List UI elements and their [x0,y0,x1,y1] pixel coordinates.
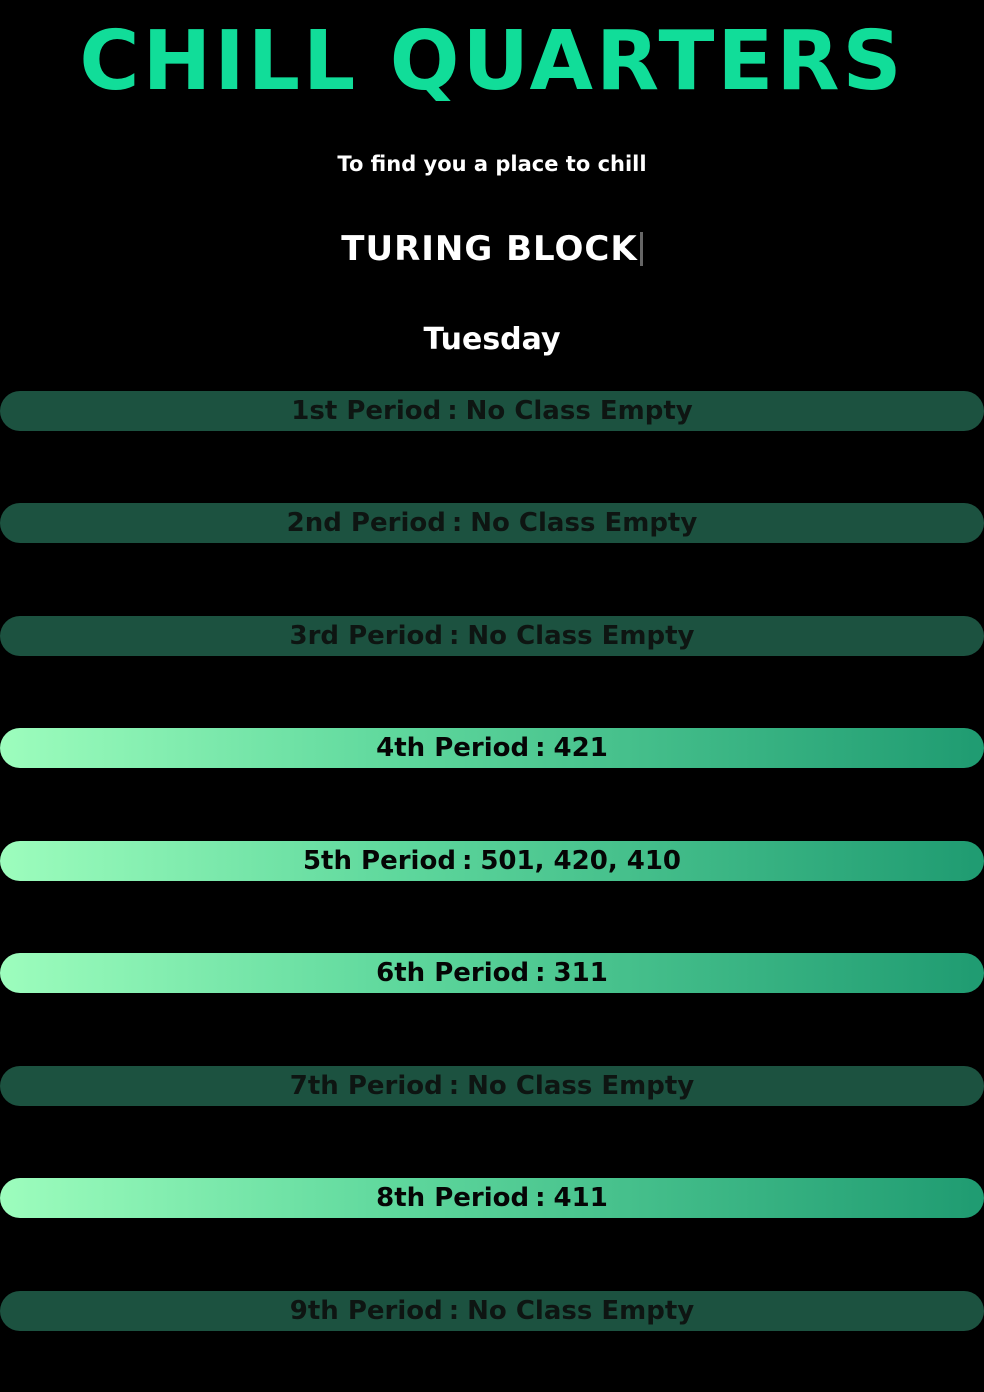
period-row-5: 5th Period:501, 420, 410 [0,841,984,881]
period-value: 311 [553,958,608,988]
period-row-9: 9th Period: No Class Empty [0,1291,984,1331]
period-separator: : [535,958,546,988]
period-label: 2nd Period [286,508,446,538]
period-label: 4th Period [376,733,530,763]
block-heading: TURING BLOCK [0,226,984,271]
period-separator: : [449,621,460,651]
period-separator: : [451,508,463,538]
period-label: 1st Period [291,396,442,426]
period-label: 9th Period [289,1296,443,1326]
period-row-4: 4th Period:421 [0,728,984,768]
period-separator: : [461,846,473,876]
period-value: No Class Empty [470,508,698,538]
block-name: TURING BLOCK [341,228,638,269]
period-value: No Class Empty [467,1071,695,1101]
app-title: CHILL QUARTERS [79,14,905,109]
period-separator: : [448,1071,460,1101]
period-separator: : [447,396,458,426]
period-row-8: 8th Period:411 [0,1178,984,1218]
period-row-1: 1st Period: No Class Empty [0,391,984,431]
period-value: No Class Empty [465,396,693,426]
day-label: Tuesday [423,322,561,357]
period-row-2: 2nd Period: No Class Empty [0,503,984,543]
period-value: No Class Empty [467,621,695,651]
text-cursor [639,231,643,266]
app-subtitle: To find you a place to chill [337,152,647,176]
period-label: 5th Period [302,846,456,876]
period-label: 3rd Period [289,621,443,651]
period-row-6: 6th Period:311 [0,953,984,993]
period-separator: : [448,1296,460,1326]
period-separator: : [535,733,546,763]
period-separator: : [535,1183,546,1213]
period-value: 421 [553,733,608,763]
period-label: 7th Period [289,1071,443,1101]
period-value: No Class Empty [467,1296,695,1326]
period-value: 411 [553,1183,608,1213]
period-row-7: 7th Period: No Class Empty [0,1066,984,1106]
period-row-3: 3rd Period: No Class Empty [0,616,984,656]
period-value: 501, 420, 410 [480,846,682,876]
period-label: 6th Period [376,958,530,988]
period-label: 8th Period [376,1183,530,1213]
